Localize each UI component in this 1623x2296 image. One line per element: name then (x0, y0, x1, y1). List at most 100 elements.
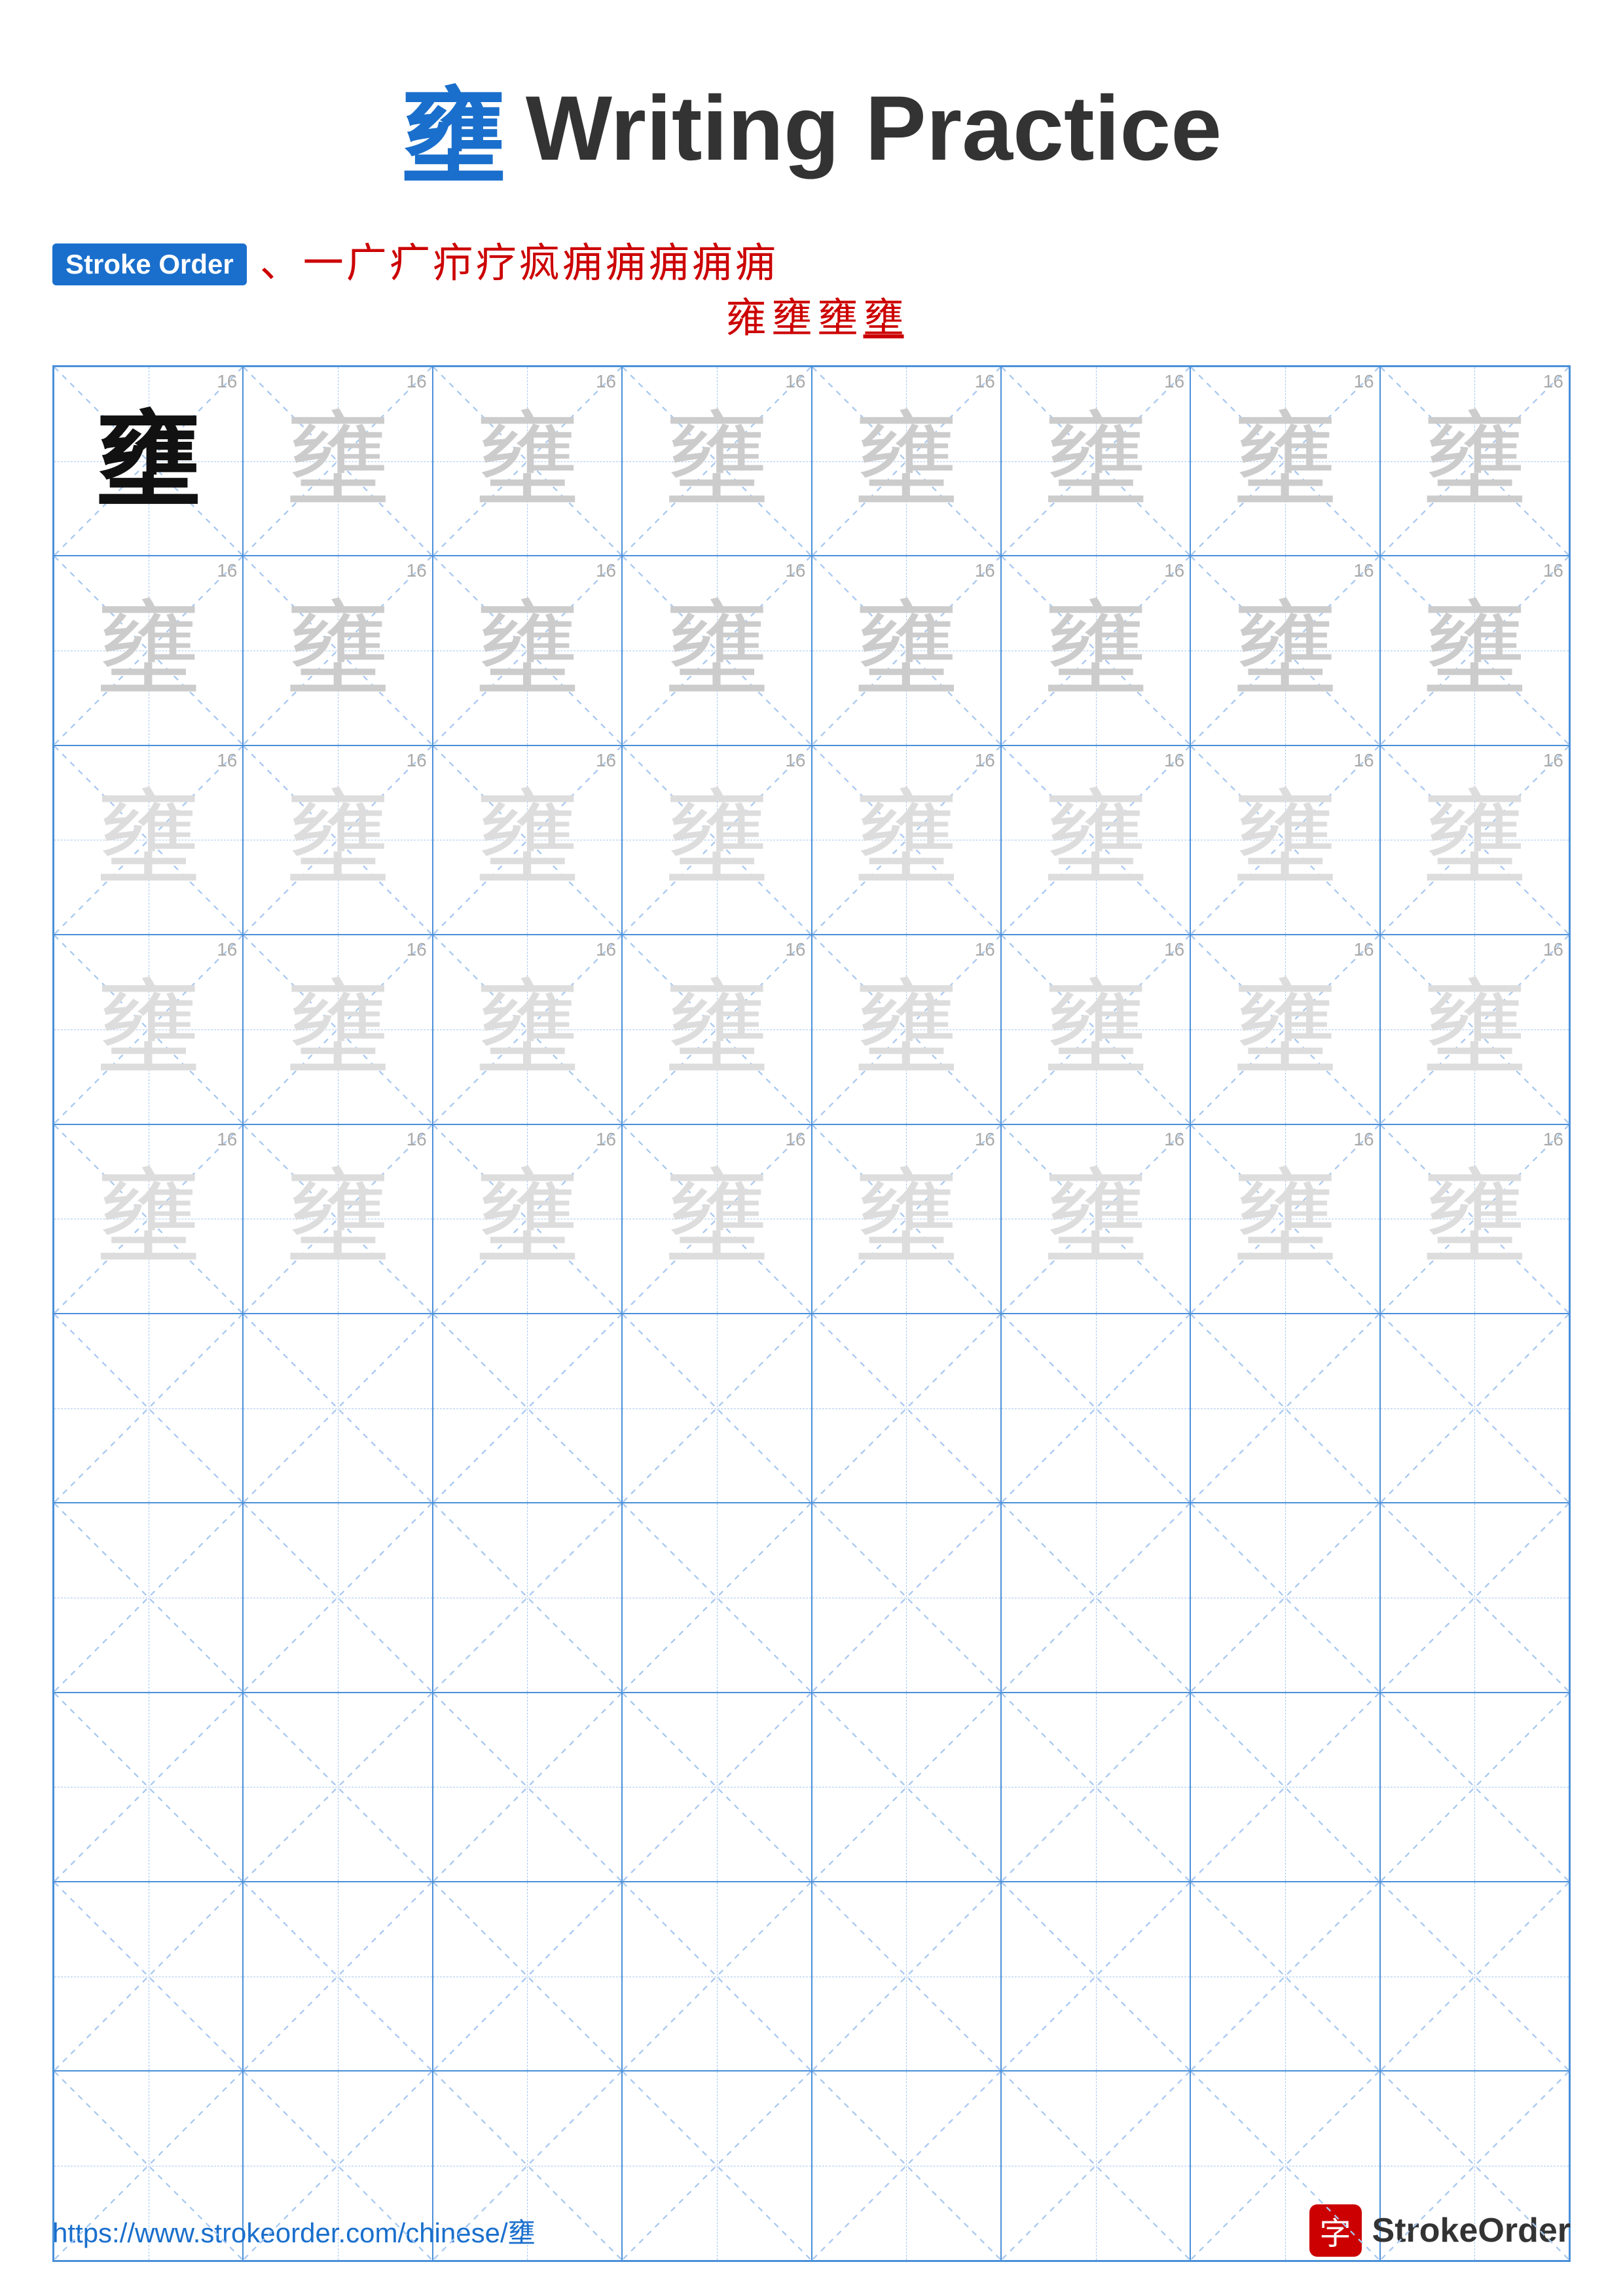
grid-cell-9-3[interactable] (622, 2071, 811, 2260)
grid-cell-0-0[interactable]: 16壅 (54, 367, 243, 556)
grid-cell-4-7[interactable]: 16壅 (1380, 1124, 1569, 1314)
grid-cell-0-2[interactable]: 16壅 (433, 367, 622, 556)
grid-cell-3-0[interactable]: 16壅 (54, 935, 243, 1124)
grid-cell-2-7[interactable]: 16壅 (1380, 745, 1569, 935)
grid-cell-4-1[interactable]: 16壅 (243, 1124, 432, 1314)
grid-cell-3-2[interactable]: 16壅 (433, 935, 622, 1124)
grid-cell-1-3[interactable]: 16壅 (622, 556, 811, 745)
grid-cell-0-3[interactable]: 16壅 (622, 367, 811, 556)
grid-cell-8-3[interactable] (622, 1882, 811, 2071)
grid-cell-6-1[interactable] (243, 1503, 432, 1692)
cell-num-badge: 16 (217, 1129, 237, 1150)
cell-num-badge: 16 (1353, 939, 1374, 960)
grid-cell-0-1[interactable]: 16壅 (243, 367, 432, 556)
grid-cell-8-2[interactable] (433, 1882, 622, 2071)
grid-cell-4-5[interactable]: 16壅 (1001, 1124, 1190, 1314)
grid-cell-6-7[interactable] (1380, 1503, 1569, 1692)
grid-cell-1-7[interactable]: 16壅 (1380, 556, 1569, 745)
grid-cell-3-1[interactable]: 16壅 (243, 935, 432, 1124)
grid-cell-3-5[interactable]: 16壅 (1001, 935, 1190, 1124)
stroke-order-badge: Stroke Order (52, 243, 247, 285)
grid-cell-9-1[interactable] (243, 2071, 432, 2260)
grid-cell-0-4[interactable]: 16壅 (812, 367, 1001, 556)
cell-char: 壅 (475, 1166, 579, 1271)
cell-char: 壅 (285, 598, 390, 703)
stroke-16: 壅 (864, 298, 904, 339)
grid-cell-6-5[interactable] (1001, 1503, 1190, 1692)
grid-cell-3-3[interactable]: 16壅 (622, 935, 811, 1124)
title-text: Writing Practice (526, 75, 1222, 181)
grid-cell-7-0[interactable] (54, 1693, 243, 1882)
grid-cell-7-3[interactable] (622, 1693, 811, 1882)
grid-cell-8-7[interactable] (1380, 1882, 1569, 2071)
grid-cell-5-0[interactable] (54, 1314, 243, 1503)
grid-cell-1-0[interactable]: 16壅 (54, 556, 243, 745)
grid-cell-2-2[interactable]: 16壅 (433, 745, 622, 935)
grid-cell-4-2[interactable]: 16壅 (433, 1124, 622, 1314)
grid-cell-5-5[interactable] (1001, 1314, 1190, 1503)
grid-cell-1-1[interactable]: 16壅 (243, 556, 432, 745)
grid-cell-6-6[interactable] (1190, 1503, 1379, 1692)
cell-num-badge: 16 (975, 1129, 995, 1150)
grid-cell-1-4[interactable]: 16壅 (812, 556, 1001, 745)
grid-cell-9-2[interactable] (433, 2071, 622, 2260)
grid-cell-0-7[interactable]: 16壅 (1380, 367, 1569, 556)
grid-cell-2-6[interactable]: 16壅 (1190, 745, 1379, 935)
grid-cell-1-6[interactable]: 16壅 (1190, 556, 1379, 745)
grid-cell-9-4[interactable] (812, 2071, 1001, 2260)
stroke-sequence-row1: 、 一 广 疒 疖 疗 疯 痈 痈 痈 痈 痈 (260, 243, 776, 284)
stroke-3: 广 (346, 243, 387, 284)
grid-cell-2-1[interactable]: 16壅 (243, 745, 432, 935)
grid-cell-5-6[interactable] (1190, 1314, 1379, 1503)
grid-cell-9-7[interactable] (1380, 2071, 1569, 2260)
cell-char: 壅 (1044, 787, 1148, 892)
grid-cell-5-1[interactable] (243, 1314, 432, 1503)
grid-cell-6-4[interactable] (812, 1503, 1001, 1692)
grid-cell-7-5[interactable] (1001, 1693, 1190, 1882)
grid-cell-3-7[interactable]: 16壅 (1380, 935, 1569, 1124)
grid-cell-8-0[interactable] (54, 1882, 243, 2071)
grid-row-4: 16壅16壅16壅16壅16壅16壅16壅16壅 (54, 1124, 1569, 1314)
grid-cell-4-3[interactable]: 16壅 (622, 1124, 811, 1314)
grid-cell-6-3[interactable] (622, 1503, 811, 1692)
grid-cell-5-7[interactable] (1380, 1314, 1569, 1503)
grid-cell-4-6[interactable]: 16壅 (1190, 1124, 1379, 1314)
stroke-2: 一 (303, 243, 344, 284)
cell-char: 壅 (1233, 977, 1338, 1082)
grid-cell-0-5[interactable]: 16壅 (1001, 367, 1190, 556)
grid-cell-2-5[interactable]: 16壅 (1001, 745, 1190, 935)
grid-cell-8-4[interactable] (812, 1882, 1001, 2071)
grid-cell-2-4[interactable]: 16壅 (812, 745, 1001, 935)
grid-cell-8-5[interactable] (1001, 1882, 1190, 2071)
grid-cell-9-0[interactable] (54, 2071, 243, 2260)
stroke-6: 疗 (476, 243, 517, 284)
grid-cell-5-3[interactable] (622, 1314, 811, 1503)
cell-num-badge: 16 (1543, 750, 1563, 771)
grid-cell-8-1[interactable] (243, 1882, 432, 2071)
grid-cell-5-4[interactable] (812, 1314, 1001, 1503)
grid-cell-8-6[interactable] (1190, 1882, 1379, 2071)
grid-cell-7-6[interactable] (1190, 1693, 1379, 1882)
grid-cell-9-6[interactable] (1190, 2071, 1379, 2260)
grid-cell-9-5[interactable] (1001, 2071, 1190, 2260)
grid-cell-4-4[interactable]: 16壅 (812, 1124, 1001, 1314)
grid-cell-1-2[interactable]: 16壅 (433, 556, 622, 745)
cell-char: 壅 (285, 1166, 390, 1271)
grid-cell-3-6[interactable]: 16 壅 (1190, 935, 1379, 1124)
grid-cell-5-2[interactable] (433, 1314, 622, 1503)
grid-cell-7-1[interactable] (243, 1693, 432, 1882)
grid-cell-1-5[interactable]: 16壅 (1001, 556, 1190, 745)
grid-cell-4-0[interactable]: 16壅 (54, 1124, 243, 1314)
grid-cell-3-4[interactable]: 16壅 (812, 935, 1001, 1124)
grid-cell-6-2[interactable] (433, 1503, 622, 1692)
cell-num-badge: 16 (785, 1129, 805, 1150)
grid-cell-7-7[interactable] (1380, 1693, 1569, 1882)
grid-cell-6-0[interactable] (54, 1503, 243, 1692)
grid-cell-2-0[interactable]: 16壅 (54, 745, 243, 935)
grid-cell-7-2[interactable] (433, 1693, 622, 1882)
cell-num-badge: 16 (785, 560, 805, 581)
cell-char: 壅 (285, 787, 390, 892)
grid-cell-0-6[interactable]: 16壅 (1190, 367, 1379, 556)
grid-cell-2-3[interactable]: 16壅 (622, 745, 811, 935)
grid-cell-7-4[interactable] (812, 1693, 1001, 1882)
